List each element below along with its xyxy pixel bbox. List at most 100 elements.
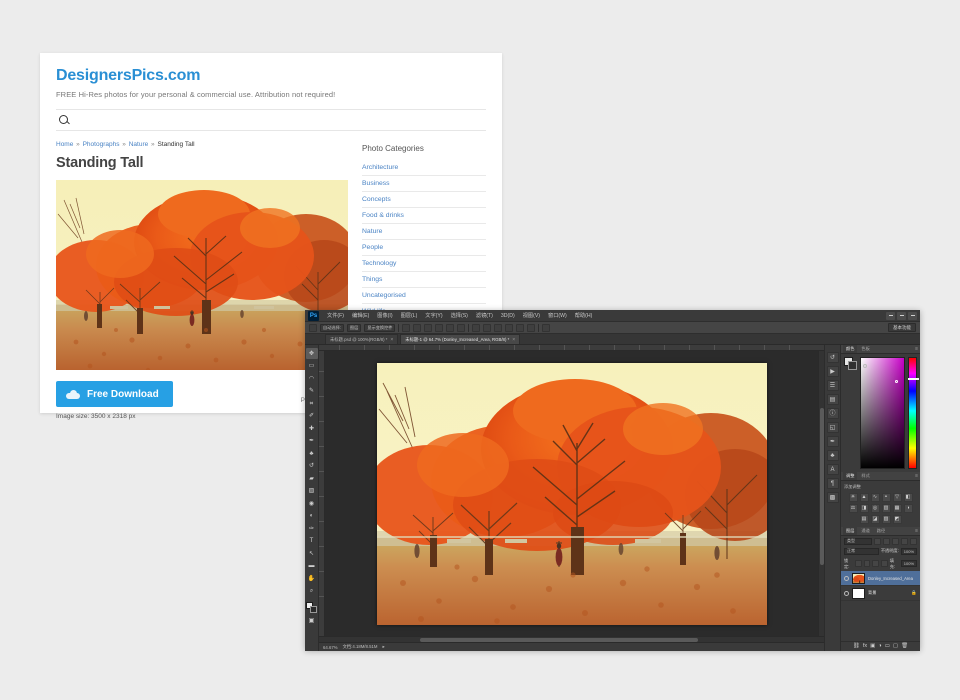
history-brush-tool-icon[interactable]: ↺ — [306, 461, 318, 472]
layer-name[interactable]: 背景 — [868, 590, 876, 596]
layer-style-icon[interactable]: fx — [863, 644, 867, 650]
document-size-info[interactable]: 文档:4.18M/8.51M — [343, 644, 378, 650]
brush-panel-icon[interactable]: ✒ — [827, 436, 839, 447]
category-link[interactable]: People — [362, 240, 486, 255]
distribute-horizontal-centers-icon[interactable] — [516, 324, 524, 332]
menu-image[interactable]: 图像(I) — [373, 312, 396, 319]
layer-thumbnail[interactable] — [852, 573, 865, 584]
category-link[interactable]: Nature — [362, 224, 486, 239]
color-lookup-icon[interactable]: ▦ — [893, 504, 902, 513]
search-bar[interactable] — [56, 109, 486, 131]
swatches-panel-icon[interactable]: ▩ — [827, 492, 839, 503]
gradient-map-icon[interactable]: ▨ — [882, 515, 891, 524]
tab-layers[interactable]: 图层 — [843, 527, 857, 535]
menu-filter[interactable]: 滤镜(T) — [472, 312, 497, 319]
menu-select[interactable]: 选择(S) — [447, 312, 472, 319]
category-link[interactable]: Concepts — [362, 192, 486, 207]
layer-visibility-icon[interactable] — [844, 576, 849, 581]
link-layers-icon[interactable]: ⛓ — [853, 644, 860, 650]
history-panel-icon[interactable]: ↺ — [827, 352, 839, 363]
filter-smart-object-icon[interactable] — [910, 538, 917, 545]
list-item[interactable]: Nature — [362, 224, 486, 240]
distribute-bottom-edges-icon[interactable] — [494, 324, 502, 332]
status-chevron-icon[interactable]: ▸ — [382, 644, 384, 650]
tab-swatches[interactable]: 色板 — [858, 345, 872, 353]
layer-name[interactable]: Donley_Increased_Area — [868, 576, 913, 581]
delete-layer-icon[interactable]: 🗑 — [901, 644, 908, 650]
new-layer-icon[interactable]: ▢ — [893, 644, 898, 650]
canvas-horizontal-scrollbar[interactable] — [319, 636, 824, 642]
opacity-value[interactable]: 100% — [901, 548, 917, 555]
dodge-tool-icon[interactable]: ◐ — [306, 511, 318, 522]
menu-3d[interactable]: 3D(D) — [497, 313, 519, 319]
canvas-viewport[interactable] — [325, 351, 818, 636]
auto-align-layers-icon[interactable] — [542, 324, 550, 332]
breadcrumb-photographs[interactable]: Photographs — [83, 141, 120, 148]
auto-select-checkbox[interactable]: 自动选择: — [320, 324, 344, 332]
background-color-swatch[interactable] — [848, 361, 857, 370]
pen-tool-icon[interactable]: ✑ — [306, 523, 318, 534]
posterize-icon[interactable]: ▤ — [860, 515, 869, 524]
auto-select-dropdown[interactable]: 图层 — [347, 324, 361, 332]
lock-all-icon[interactable] — [881, 560, 888, 567]
canvas-vertical-scrollbar[interactable] — [818, 351, 824, 636]
category-link[interactable]: Food & drinks — [362, 208, 486, 223]
vibrance-icon[interactable]: ▽ — [893, 493, 902, 502]
hue-saturation-icon[interactable]: ◧ — [904, 493, 913, 502]
menu-edit[interactable]: 编辑(E) — [348, 312, 373, 319]
list-item[interactable]: Concepts — [362, 192, 486, 208]
search-input[interactable] — [75, 115, 486, 126]
paragraph-panel-icon[interactable]: ¶ — [827, 478, 839, 489]
fill-value[interactable]: 100% — [901, 560, 917, 567]
category-link[interactable]: Architecture — [362, 160, 486, 175]
character-panel-icon[interactable]: A — [827, 464, 839, 475]
document-tab-2[interactable]: 未标题-1 @ 64.7% (Donley_Increased_Area, RG… — [400, 334, 520, 344]
layer-filter-type[interactable]: 类型 — [844, 538, 872, 545]
layer-thumbnail[interactable] — [852, 588, 865, 599]
brush-tool-icon[interactable]: ✒ — [306, 436, 318, 447]
maximize-icon[interactable] — [897, 312, 906, 320]
black-white-icon[interactable]: ◨ — [860, 504, 869, 513]
eraser-tool-icon[interactable]: ▰ — [306, 473, 318, 484]
close-icon[interactable] — [908, 312, 917, 320]
channel-mixer-icon[interactable]: ▥ — [882, 504, 891, 513]
screen-mode-icon[interactable]: ▣ — [306, 616, 318, 627]
hue-slider[interactable] — [908, 357, 917, 469]
threshold-icon[interactable]: ◪ — [871, 515, 880, 524]
lock-transparent-pixels-icon[interactable] — [855, 560, 862, 567]
list-item[interactable]: Food & drinks — [362, 208, 486, 224]
type-tool-icon[interactable]: T — [306, 536, 318, 547]
breadcrumb-nature[interactable]: Nature — [129, 141, 149, 148]
lock-image-pixels-icon[interactable] — [864, 560, 871, 567]
navigator-panel-icon[interactable]: ◱ — [827, 422, 839, 433]
list-item[interactable]: People — [362, 240, 486, 256]
clone-stamp-tool-icon[interactable]: ♣ — [306, 448, 318, 459]
invert-icon[interactable]: ◑ — [904, 504, 913, 513]
close-tab-icon[interactable]: × — [390, 337, 393, 343]
quick-select-tool-icon[interactable]: ✎ — [306, 386, 318, 397]
menu-window[interactable]: 窗口(W) — [544, 312, 571, 319]
minimize-icon[interactable] — [886, 312, 895, 320]
category-link[interactable]: Business — [362, 176, 486, 191]
distribute-top-edges-icon[interactable] — [472, 324, 480, 332]
free-download-button[interactable]: Free Download — [56, 381, 173, 407]
panel-menu-icon[interactable]: ≡ — [915, 528, 920, 534]
lasso-tool-icon[interactable]: ◠ — [306, 373, 318, 384]
scrollbar-thumb[interactable] — [420, 638, 698, 642]
filter-adjustment-icon[interactable] — [883, 538, 890, 545]
shape-tool-icon[interactable]: ▬ — [306, 561, 318, 572]
curves-icon[interactable]: ∿ — [871, 493, 880, 502]
list-item[interactable]: Things — [362, 272, 486, 288]
site-logo-title[interactable]: DesignersPics.com — [56, 67, 486, 85]
align-left-edges-icon[interactable] — [402, 324, 410, 332]
list-item[interactable]: Technology — [362, 256, 486, 272]
scrollbar-thumb[interactable] — [820, 408, 824, 565]
gradient-tool-icon[interactable]: ▨ — [306, 486, 318, 497]
clone-source-panel-icon[interactable]: ♣ — [827, 450, 839, 461]
foreground-background-color-icon[interactable] — [306, 602, 318, 614]
adjustment-layer-icon[interactable]: ◑ — [878, 644, 881, 650]
menu-layer[interactable]: 图层(L) — [397, 312, 422, 319]
info-panel-icon[interactable]: ⓘ — [827, 408, 839, 419]
category-link[interactable]: Uncategorised — [362, 288, 486, 303]
libraries-panel-icon[interactable]: ▤ — [827, 394, 839, 405]
